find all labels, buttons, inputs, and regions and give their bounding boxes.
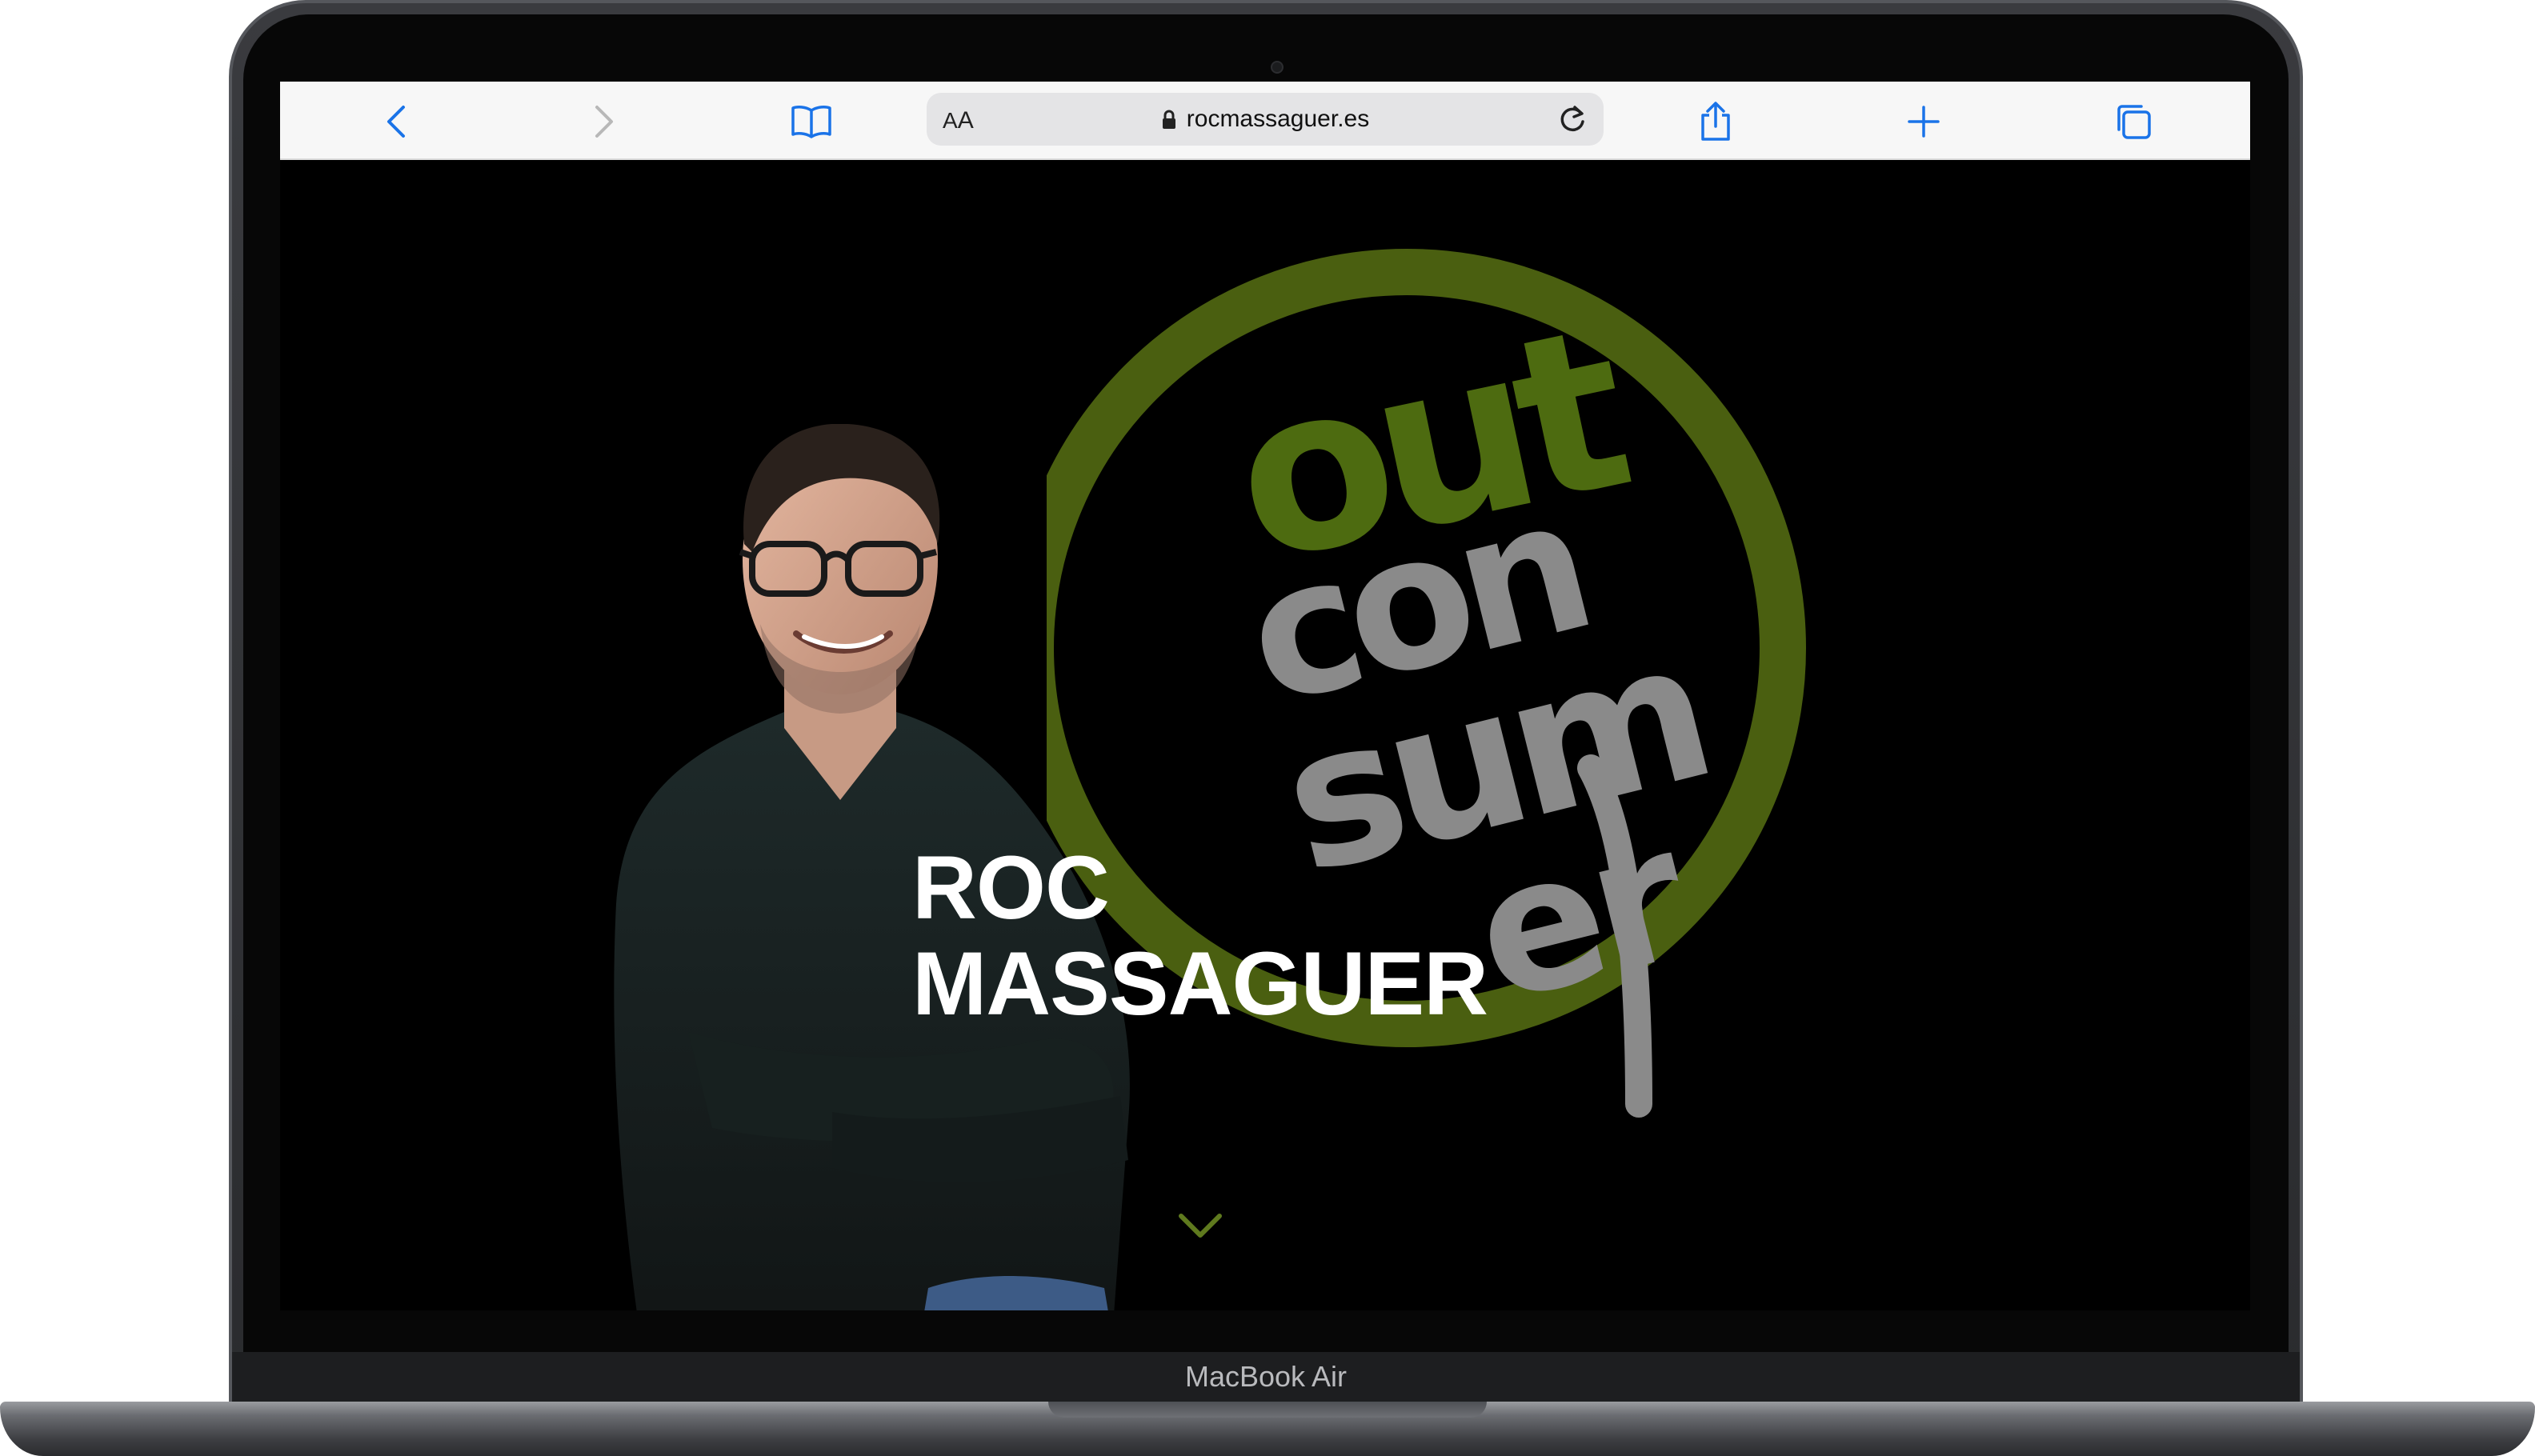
laptop-chin: MacBook Air xyxy=(232,1352,2300,1402)
address-bar[interactable]: AA rocmassaguer.es xyxy=(927,93,1604,146)
device-label: MacBook Air xyxy=(1184,1360,1348,1393)
hero-title: ROC MASSAGUER xyxy=(912,840,1488,1032)
browser-toolbar: AA rocmassaguer.es xyxy=(280,82,2250,160)
share-button[interactable] xyxy=(1692,98,1740,146)
laptop-base xyxy=(0,1402,2535,1456)
camera-icon xyxy=(1271,61,1284,74)
bookmarks-icon xyxy=(791,106,831,138)
scroll-down-icon[interactable] xyxy=(1176,1210,1224,1242)
tabs-icon xyxy=(2117,105,2151,139)
forward-icon xyxy=(595,106,613,138)
hero-title-line1: ROC xyxy=(912,838,1110,938)
reload-icon[interactable] xyxy=(1556,102,1589,136)
bookmarks-button[interactable] xyxy=(787,98,835,146)
share-icon xyxy=(1701,102,1730,141)
new-tab-button[interactable] xyxy=(1900,98,1948,146)
url-display: rocmassaguer.es xyxy=(927,106,1604,133)
hero-section: out con sum er ROC MASSAGUER xyxy=(280,160,2250,1310)
back-icon xyxy=(387,106,405,138)
url-text: rocmassaguer.es xyxy=(1186,106,1370,132)
new-tab-icon xyxy=(1908,106,1940,138)
hero-title-line2: MASSAGUER xyxy=(912,934,1488,1034)
tabs-overview-button[interactable] xyxy=(2109,98,2157,146)
back-button[interactable] xyxy=(373,98,421,146)
lock-icon xyxy=(1162,110,1175,130)
forward-button[interactable] xyxy=(579,98,627,146)
browser-screen: AA rocmassaguer.es out con sum er ROC MA… xyxy=(280,82,2250,1310)
laptop-notch xyxy=(1048,1402,1487,1418)
